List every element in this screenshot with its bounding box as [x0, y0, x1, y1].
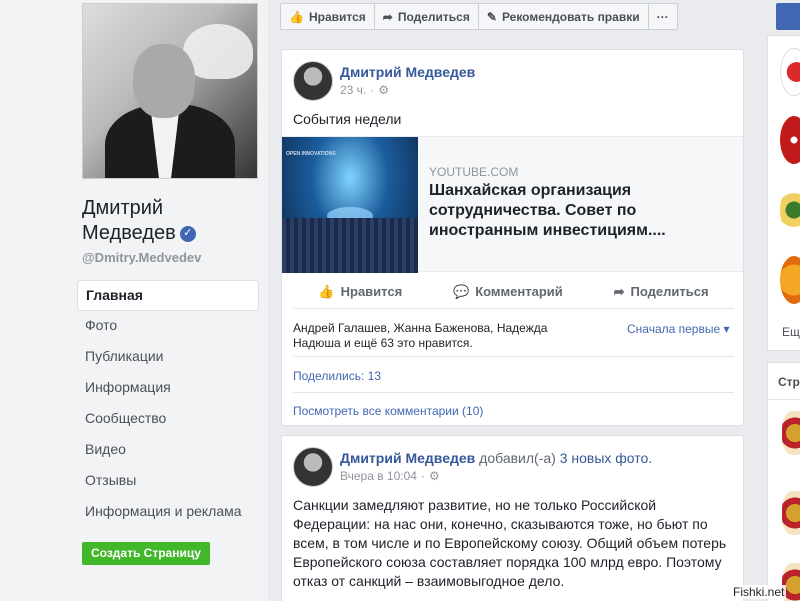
- post-author[interactable]: Дмитрий Медведев: [340, 450, 475, 466]
- post-time[interactable]: Вчера в 10:04: [340, 469, 417, 483]
- sidebar-item-about[interactable]: Информация: [77, 373, 259, 404]
- author-avatar[interactable]: [293, 447, 333, 487]
- divider: [768, 399, 800, 400]
- coat-of-arms-icon[interactable]: [782, 411, 800, 455]
- watermark: Fishki.net: [731, 585, 787, 599]
- like-page-button[interactable]: 👍 Нравится: [280, 3, 375, 30]
- like-label: Нравится: [340, 284, 403, 299]
- post-meta: Вчера в 10:04 · ⚙: [340, 469, 440, 483]
- reactions-summary[interactable]: Андрей Галашев, Жанна Баженова, Надежда …: [293, 321, 593, 351]
- chevron-down-icon: ▾: [723, 322, 730, 336]
- see-more-link[interactable]: Ещ: [782, 325, 800, 339]
- comment-sort-label: Сначала первые: [627, 322, 721, 336]
- more-dots-icon: ···: [656, 9, 669, 24]
- suggestion-logo[interactable]: [780, 116, 800, 164]
- post-text: События недели: [293, 111, 402, 127]
- dot-separator: ·: [420, 469, 425, 483]
- page-name-text: Дмитрий Медведев: [82, 197, 176, 244]
- page-title: Дмитрий Медведев ✓: [82, 196, 262, 246]
- link-preview[interactable]: OPEN INNOVATIONS YOUTUBE.COM Шанхайская …: [282, 136, 743, 273]
- create-page-button[interactable]: Создать Страницу: [82, 542, 210, 565]
- sidebar-item-photos[interactable]: Фото: [77, 311, 259, 342]
- added-photos-text: добавил(-а) 3 новых фото.: [479, 450, 652, 466]
- link-source: YOUTUBE.COM: [429, 165, 519, 179]
- post-card: Дмитрий Медведев 23 ч. · ⚙ События недел…: [281, 49, 744, 426]
- suggestion-logo[interactable]: [780, 256, 800, 304]
- suggestion-logo[interactable]: [780, 186, 800, 234]
- comment-sort-dropdown[interactable]: Сначала первые ▾: [627, 322, 730, 336]
- sidebar-item-videos[interactable]: Видео: [77, 435, 259, 466]
- divider: [293, 392, 734, 393]
- post-card: Дмитрий Медведев добавил(-а) 3 новых фот…: [281, 435, 744, 601]
- share-page-label: Поделиться: [397, 9, 470, 24]
- more-options-button[interactable]: ···: [647, 3, 678, 30]
- post-text: Санкции замедляют развитие, но не только…: [293, 497, 727, 589]
- verified-icon: ✓: [179, 225, 196, 242]
- gear-icon[interactable]: ⚙: [378, 83, 389, 97]
- share-page-button[interactable]: ➦ Поделиться: [373, 3, 479, 30]
- post-time[interactable]: 23 ч.: [340, 83, 366, 97]
- pages-box-title: Стр: [778, 375, 800, 389]
- page-username[interactable]: @Dmitry.Medvedev: [82, 250, 201, 265]
- like-page-label: Нравится: [308, 9, 366, 24]
- post-author-line: Дмитрий Медведев добавил(-а) 3 новых фот…: [340, 450, 652, 466]
- video-thumbnail[interactable]: OPEN INNOVATIONS: [282, 137, 418, 273]
- like-button[interactable]: 👍 Нравится: [318, 284, 402, 300]
- share-label: Поделиться: [630, 284, 709, 299]
- share-button[interactable]: ➦ Поделиться: [614, 284, 709, 300]
- profile-photo[interactable]: [82, 3, 258, 179]
- suggestion-logo[interactable]: [780, 48, 800, 96]
- link-title[interactable]: Шанхайская организация сотрудничества. С…: [429, 181, 729, 241]
- sidebar-item-info-ads[interactable]: Информация и реклама: [77, 497, 259, 528]
- page-action-bar: 👍 Нравится ➦ Поделиться ✎ Рекомендовать …: [280, 3, 678, 30]
- author-avatar[interactable]: [293, 61, 333, 101]
- dot-separator: ·: [370, 83, 375, 97]
- post-actions: 👍 Нравится 💬 Комментарий ➦ Поделиться: [293, 275, 734, 309]
- new-photos-link[interactable]: 3 новых фото.: [560, 450, 653, 466]
- sidebar-nav: Главная Фото Публикации Информация Сообщ…: [77, 280, 259, 528]
- comment-label: Комментарий: [475, 284, 563, 299]
- shares-count[interactable]: Поделились: 13: [293, 369, 381, 383]
- added-label: добавил(-а): [479, 450, 556, 466]
- gear-icon[interactable]: ⚙: [429, 469, 440, 483]
- sidebar-item-posts[interactable]: Публикации: [77, 342, 259, 373]
- thumbs-up-icon: 👍: [318, 283, 335, 299]
- post-author[interactable]: Дмитрий Медведев: [340, 64, 475, 80]
- photo-figure-head: [133, 44, 195, 118]
- coat-of-arms-icon[interactable]: [782, 491, 800, 535]
- suggest-edits-label: Рекомендовать правки: [501, 9, 640, 24]
- left-column: Дмитрий Медведев ✓ @Dmitry.Medvedev Главн…: [0, 0, 268, 601]
- primary-action-button[interactable]: [776, 3, 800, 30]
- thumbnail-caption: OPEN INNOVATIONS: [286, 151, 336, 157]
- comment-button[interactable]: 💬 Комментарий: [453, 284, 563, 300]
- thumbnail-crowd: [282, 218, 418, 273]
- sidebar-item-reviews[interactable]: Отзывы: [77, 466, 259, 497]
- view-comments-link[interactable]: Посмотреть все комментарии (10): [293, 404, 483, 418]
- right-suggestions: Ещ: [767, 35, 800, 351]
- share-arrow-icon: ➦: [382, 9, 393, 24]
- right-pages-box: Стр: [767, 362, 800, 601]
- speech-bubble-icon: 💬: [453, 283, 470, 299]
- sidebar-item-home[interactable]: Главная: [77, 280, 259, 311]
- thumbs-up-icon: 👍: [289, 9, 304, 24]
- pencil-icon: ✎: [486, 9, 497, 24]
- divider: [293, 356, 734, 357]
- post-meta: 23 ч. · ⚙: [340, 83, 389, 97]
- share-arrow-icon: ➦: [613, 283, 625, 299]
- suggest-edits-button[interactable]: ✎ Рекомендовать правки: [477, 3, 649, 30]
- sidebar-item-community[interactable]: Сообщество: [77, 404, 259, 435]
